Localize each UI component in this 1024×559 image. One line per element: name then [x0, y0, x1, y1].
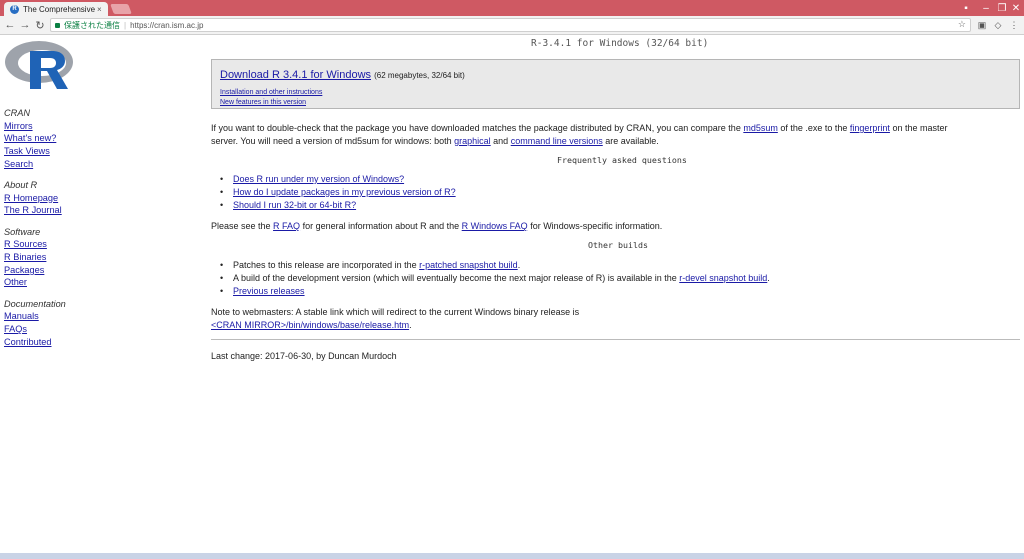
sidebar-link-faqs[interactable]: FAQs: [4, 323, 104, 336]
taskbar: [0, 553, 1024, 559]
r-patched-link[interactable]: r-patched snapshot build: [419, 260, 518, 270]
faq-link-32-or-64-bit[interactable]: Should I run 32-bit or 64-bit R?: [233, 200, 356, 210]
checksum-text: and: [490, 136, 511, 146]
close-window-icon[interactable]: ✕: [1006, 0, 1024, 16]
new-tab-button[interactable]: [110, 4, 132, 14]
list-item: Should I run 32-bit or 64-bit R?: [211, 199, 456, 212]
faq-heading: Frequently asked questions: [557, 155, 687, 165]
other-builds-heading: Other builds: [588, 240, 648, 250]
new-features-link[interactable]: New features in this version: [220, 99, 306, 106]
sidebar-link-manuals[interactable]: Manuals: [4, 310, 104, 323]
list-item: How do I update packages in my previous …: [211, 186, 456, 199]
faq-link-update-packages[interactable]: How do I update packages in my previous …: [233, 187, 456, 197]
list-item: A build of the development version (whic…: [211, 272, 770, 285]
r-windows-faq-link[interactable]: R Windows FAQ: [462, 221, 528, 231]
last-change: Last change: 2017-06-30, by Duncan Murdo…: [211, 351, 397, 361]
checksum-text: If you want to double-check that the pac…: [211, 123, 744, 133]
extension-icon[interactable]: ▣: [976, 19, 988, 31]
list-item: Previous releases: [211, 285, 770, 298]
webmaster-note: Note to webmasters: A stable link which …: [211, 306, 579, 332]
download-size: (62 megabytes, 32/64 bit): [374, 71, 465, 80]
reload-icon[interactable]: ↻: [33, 18, 47, 32]
r-devel-link[interactable]: r-devel snapshot build: [679, 273, 767, 283]
checksum-text: are available.: [602, 136, 659, 146]
note-text: .: [409, 320, 412, 330]
sidebar-link-r-sources[interactable]: R Sources: [4, 238, 104, 251]
forward-icon[interactable]: →: [18, 18, 32, 32]
faq-paragraph: Please see the R FAQ for general informa…: [211, 220, 662, 233]
address-bar[interactable]: 保護された通信 | https://cran.ism.ac.jp ☆: [50, 18, 971, 32]
sidebar-link-task-views[interactable]: Task Views: [4, 145, 104, 158]
sidebar-link-r-journal[interactable]: The R Journal: [4, 204, 104, 217]
builds-list: Patches to this release are incorporated…: [211, 259, 770, 298]
build-text: .: [517, 260, 521, 270]
tab-close-icon[interactable]: ×: [97, 5, 102, 14]
window-titlebar: R The Comprehensive R × ▪ – ❐ ✕: [0, 0, 1024, 16]
browser-toolbar: ← → ↻ 保護された通信 | https://cran.ism.ac.jp ☆…: [0, 16, 1024, 35]
previous-releases-link[interactable]: Previous releases: [233, 286, 305, 296]
build-text: A build of the development version (whic…: [233, 273, 680, 283]
build-text: Patches to this release are incorporated…: [233, 260, 420, 270]
sidebar-head-cran: CRAN: [4, 108, 31, 118]
url-separator: |: [124, 20, 127, 30]
download-link[interactable]: Download R 3.4.1 for Windows: [220, 69, 371, 81]
faq-link-windows-version[interactable]: Does R run under my version of Windows?: [233, 174, 404, 184]
sidebar-link-r-binaries[interactable]: R Binaries: [4, 251, 104, 264]
r-favicon-icon: R: [10, 4, 19, 14]
url-text: https://cran.ism.ac.jp: [130, 20, 204, 30]
fingerprint-link[interactable]: fingerprint: [850, 123, 890, 133]
page-title: R-3.4.1 for Windows (32/64 bit): [531, 38, 709, 49]
faq-text: for general information about R and the: [300, 221, 462, 231]
sidebar-head-about-r: About R: [4, 180, 38, 191]
sidebar-link-r-homepage[interactable]: R Homepage: [4, 192, 104, 205]
r-faq-link[interactable]: R FAQ: [273, 221, 300, 231]
lock-icon: [55, 22, 60, 28]
release-redirect-link[interactable]: <CRAN MIRROR>/bin/windows/base/release.h…: [211, 320, 409, 330]
faq-text: Please see the: [211, 221, 274, 231]
page-content: CRAN Mirrors What's new? Task Views Sear…: [0, 35, 1024, 545]
download-box: Download R 3.4.1 for Windows (62 megabyt…: [211, 59, 1020, 109]
checksum-text: server. You will need a version of md5su…: [211, 136, 455, 146]
checksum-paragraph: If you want to double-check that the pac…: [211, 122, 1020, 148]
secure-label: 保護された通信: [64, 20, 120, 30]
checksum-text: of the .exe to the: [777, 123, 850, 133]
list-item: Does R run under my version of Windows?: [211, 173, 456, 186]
r-logo-icon: [5, 41, 73, 89]
list-item: Patches to this release are incorporated…: [211, 259, 770, 272]
pocket-icon[interactable]: ◇: [992, 19, 1004, 31]
install-instructions-link[interactable]: Installation and other instructions: [220, 89, 322, 96]
tab-title: The Comprehensive R: [23, 4, 95, 14]
faq-text: for Windows-specific information.: [527, 221, 663, 231]
build-text: .: [767, 273, 770, 283]
sidebar-link-packages[interactable]: Packages: [4, 264, 104, 277]
sidebar-link-other[interactable]: Other: [4, 276, 104, 289]
sidebar-head-software: Software: [4, 226, 41, 237]
bookmark-star-icon[interactable]: ☆: [958, 19, 966, 30]
back-icon[interactable]: ←: [3, 18, 17, 32]
menu-icon[interactable]: ⋮: [1008, 19, 1020, 31]
profile-icon[interactable]: ▪: [956, 0, 976, 16]
graphical-link[interactable]: graphical: [454, 136, 491, 146]
note-text: Note to webmasters: A stable link which …: [211, 307, 580, 317]
sidebar: CRAN Mirrors What's new? Task Views Sear…: [4, 107, 104, 348]
command-line-versions-link[interactable]: command line versions: [511, 136, 603, 146]
md5sum-link[interactable]: md5sum: [743, 123, 778, 133]
browser-tab[interactable]: R The Comprehensive R ×: [4, 2, 108, 16]
checksum-text: on the master: [889, 123, 948, 133]
sidebar-link-mirrors[interactable]: Mirrors: [4, 120, 104, 133]
faq-list: Does R run under my version of Windows? …: [211, 173, 456, 212]
sidebar-head-documentation: Documentation: [4, 298, 66, 309]
sidebar-link-whats-new[interactable]: What's new?: [4, 132, 104, 145]
sidebar-link-contributed[interactable]: Contributed: [4, 336, 104, 349]
sidebar-link-search[interactable]: Search: [4, 158, 104, 171]
divider: [211, 339, 1020, 340]
